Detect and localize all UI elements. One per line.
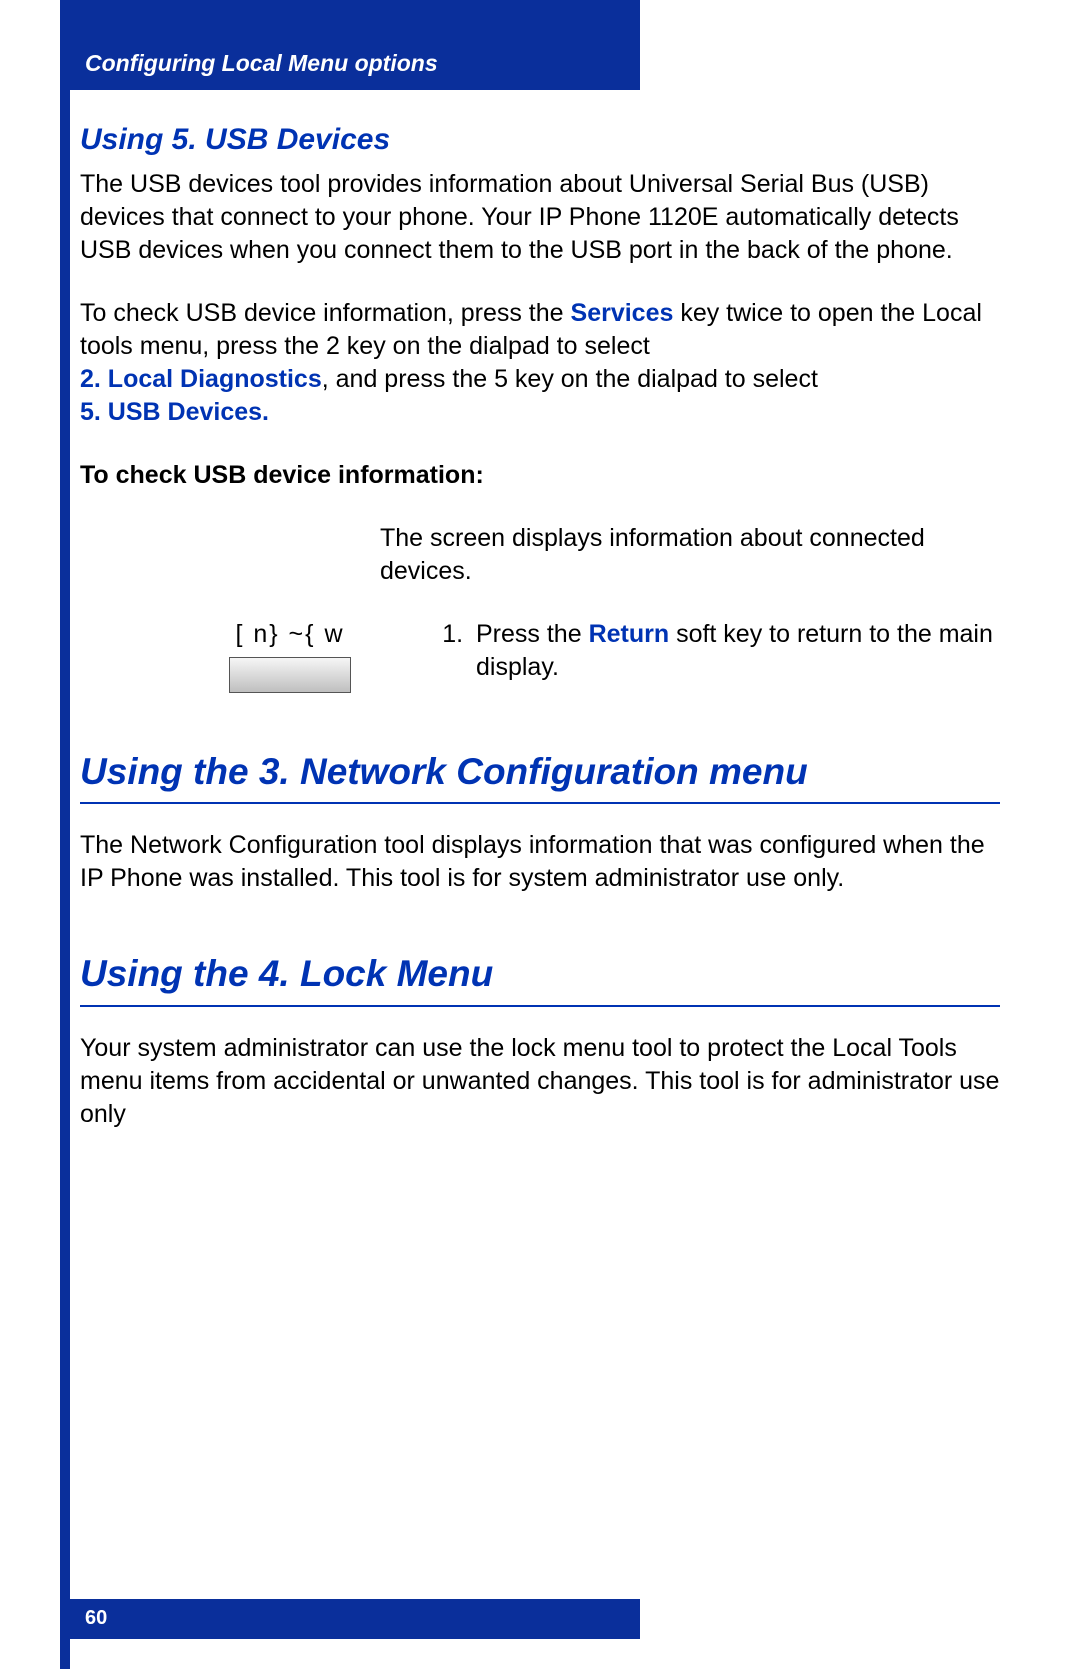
section3-heading: Using the 4. Lock Menu [80, 950, 1000, 1007]
section1-para1: The USB devices tool provides informatio… [80, 168, 1000, 267]
softkey-caption: [ n} ~{ w [229, 618, 351, 651]
softkey-icon [229, 657, 351, 693]
step-list: Press the Return soft key to return to t… [440, 618, 1000, 684]
section1-heading: Using 5. USB Devices [80, 120, 1000, 160]
section1-para2-pre: To check USB device information, press t… [80, 299, 571, 327]
return-key-text: Return [589, 620, 670, 648]
screen-info-text: The screen displays information about co… [380, 522, 1000, 588]
page-number: 60 [85, 1607, 107, 1630]
step-1: Press the Return soft key to return to t… [470, 618, 1000, 684]
section2-heading: Using the 3. Network Configuration menu [80, 748, 1000, 805]
header-title: Configuring Local Menu options [85, 50, 438, 77]
usb-devices-text: 5. USB Devices. [80, 398, 269, 426]
page: Configuring Local Menu options Using 5. … [0, 0, 1080, 1669]
page-content: Using 5. USB Devices The USB devices too… [80, 120, 1000, 1161]
instruction-row-step: [ n} ~{ w Press the Return soft key to r… [80, 618, 1000, 693]
section1-para2: To check USB device information, press t… [80, 297, 1000, 429]
section1-subhead: To check USB device information: [80, 459, 1000, 492]
header-band: Configuring Local Menu options [60, 0, 640, 90]
section3-para: Your system administrator can use the lo… [80, 1032, 1000, 1131]
step1-pre: Press the [476, 620, 589, 648]
footer-band: 60 [60, 1599, 640, 1639]
section2-para: The Network Configuration tool displays … [80, 829, 1000, 895]
left-margin-bar [60, 0, 70, 1669]
instruction-row-info: The screen displays information about co… [80, 522, 1000, 588]
softkey-wrap: [ n} ~{ w [229, 618, 351, 693]
softkey-column: [ n} ~{ w [80, 618, 440, 693]
services-key-text: Services [571, 299, 674, 327]
step-column: Press the Return soft key to return to t… [440, 618, 1000, 684]
local-diagnostics-text: 2. Local Diagnostics [80, 365, 322, 393]
section1-para2-mid2: , and press the 5 key on the dialpad to … [322, 365, 818, 393]
